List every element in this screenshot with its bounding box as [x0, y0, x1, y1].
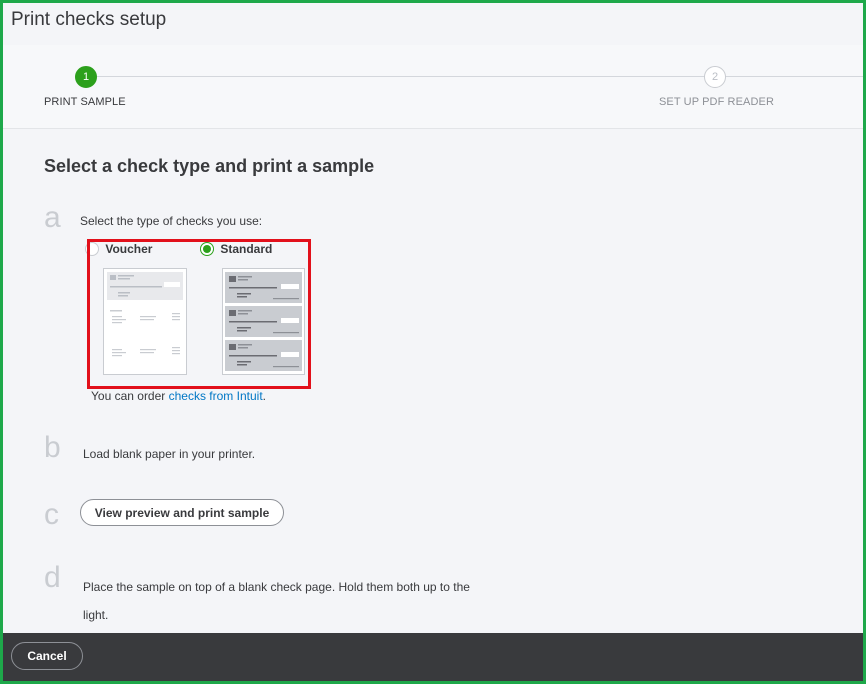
step-a-letter: a [44, 201, 61, 234]
dialog-frame: Print checks setup 1 PRINT SAMPLE 2 SET … [0, 0, 866, 684]
stepper-line [85, 76, 863, 77]
cancel-button[interactable]: Cancel [11, 642, 83, 670]
checks-from-intuit-link[interactable]: checks from Intuit [169, 389, 263, 403]
dialog-title: Print checks setup [11, 9, 167, 30]
progress-stepper: 1 PRINT SAMPLE 2 SET UP PDF READER [3, 45, 863, 129]
step-1-indicator: 1 [75, 66, 97, 88]
step-c-letter: c [44, 498, 59, 531]
view-preview-print-sample-button[interactable]: View preview and print sample [80, 499, 284, 526]
step-d-letter: d [44, 561, 61, 594]
step-1-label: PRINT SAMPLE [44, 96, 126, 108]
step-a-instruction: Select the type of checks you use: [80, 214, 263, 228]
title-bar: Print checks setup [3, 3, 863, 45]
step-d-instruction: Place the sample on top of a blank check… [83, 580, 470, 622]
dialog-footer: Cancel [3, 633, 863, 681]
order-checks-text: You can order checks from Intuit. [91, 389, 266, 403]
step-2-label: SET UP PDF READER [659, 96, 774, 108]
step-b-instruction: Load blank paper in your printer. [83, 447, 256, 461]
step-b-letter: b [44, 431, 61, 464]
selection-highlight-box [87, 239, 311, 389]
order-suffix: . [262, 389, 266, 403]
order-prefix: You can order [91, 389, 169, 403]
step-2-indicator: 2 [704, 66, 726, 88]
page-heading: Select a check type and print a sample [44, 156, 375, 176]
